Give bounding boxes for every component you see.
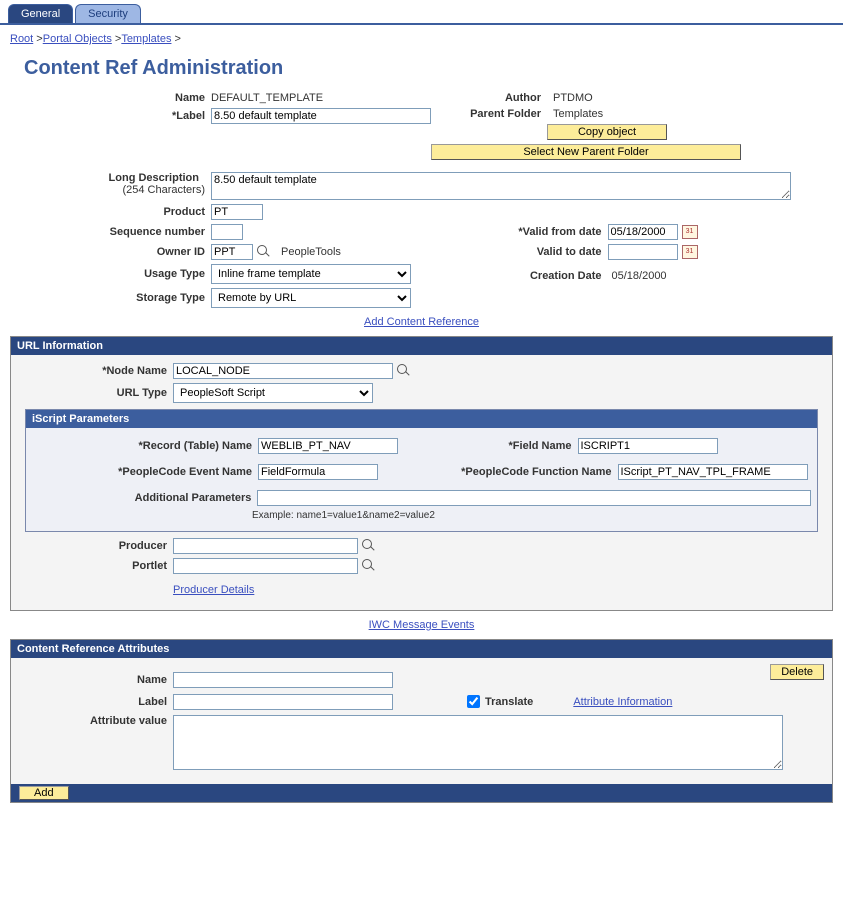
tab-general[interactable]: General xyxy=(8,4,73,23)
translate-checkbox[interactable] xyxy=(467,695,480,708)
add-content-reference-link[interactable]: Add Content Reference xyxy=(364,316,479,328)
name-label: Name xyxy=(10,92,211,104)
attr-name-input[interactable] xyxy=(173,672,393,688)
translate-label: Translate xyxy=(485,696,533,708)
usage-type-select[interactable]: Inline frame template xyxy=(211,264,411,284)
pc-event-input[interactable] xyxy=(258,464,378,480)
valid-to-calendar-icon[interactable]: 31 xyxy=(682,245,698,259)
creation-date-label: Creation Date xyxy=(422,270,608,282)
parent-folder-value: Templates xyxy=(547,108,603,120)
producer-label: Producer xyxy=(17,540,173,552)
pc-func-label: *PeopleCode Function Name xyxy=(422,466,618,478)
delete-button[interactable]: Delete xyxy=(770,664,824,680)
name-value: DEFAULT_TEMPLATE xyxy=(211,92,323,104)
long-desc-textarea[interactable]: 8.50 default template xyxy=(211,172,791,200)
field-name-input[interactable] xyxy=(578,438,718,454)
producer-input[interactable] xyxy=(173,538,358,554)
tab-security[interactable]: Security xyxy=(75,4,141,23)
url-type-label: URL Type xyxy=(17,387,173,399)
usage-type-label: Usage Type xyxy=(10,268,211,280)
node-name-label: *Node Name xyxy=(17,365,173,377)
iwc-message-events-link[interactable]: IWC Message Events xyxy=(369,619,475,631)
addl-params-input[interactable] xyxy=(257,490,811,506)
owner-input[interactable] xyxy=(211,244,253,260)
attr-label-input[interactable] xyxy=(173,694,393,710)
record-name-input[interactable] xyxy=(258,438,398,454)
product-input[interactable] xyxy=(211,204,263,220)
attribute-information-link[interactable]: Attribute Information xyxy=(573,696,672,708)
copy-object-button[interactable]: Copy object xyxy=(547,124,667,140)
author-label: Author xyxy=(431,92,547,104)
valid-from-label: *Valid from date xyxy=(422,226,608,238)
url-type-select[interactable]: PeopleSoft Script xyxy=(173,383,373,403)
tab-strip: General Security xyxy=(0,0,843,25)
node-name-input[interactable] xyxy=(173,363,393,379)
author-value: PTDMO xyxy=(547,92,593,104)
label-label: *Label xyxy=(10,110,211,122)
add-button[interactable]: Add xyxy=(19,786,69,800)
breadcrumb-portal-objects[interactable]: Portal Objects xyxy=(43,33,112,45)
record-name-label: *Record (Table) Name xyxy=(32,440,258,452)
breadcrumb: Root >Portal Objects >Templates > xyxy=(0,25,843,53)
pc-event-label: *PeopleCode Event Name xyxy=(32,466,258,478)
label-input[interactable] xyxy=(211,108,431,124)
breadcrumb-templates[interactable]: Templates xyxy=(121,33,171,45)
owner-label: Owner ID xyxy=(10,246,211,258)
addl-params-label: Additional Parameters xyxy=(32,492,257,504)
long-desc-hint: (254 Characters) xyxy=(122,184,205,196)
producer-lookup-icon[interactable] xyxy=(362,539,376,553)
sequence-input[interactable] xyxy=(211,224,243,240)
cref-attributes-panel: Content Reference Attributes Delete Name… xyxy=(10,639,833,803)
url-information-panel: URL Information *Node Name URL Type Peop… xyxy=(10,336,833,611)
valid-to-label: Valid to date xyxy=(422,246,608,258)
attr-value-label: Attribute value xyxy=(17,715,173,727)
portlet-label: Portlet xyxy=(17,560,173,572)
attr-label-label: Label xyxy=(17,696,173,708)
owner-lookup-icon[interactable] xyxy=(257,245,271,259)
valid-from-calendar-icon[interactable]: 31 xyxy=(682,225,698,239)
valid-from-input[interactable] xyxy=(608,224,678,240)
iscript-parameters-header: iScript Parameters xyxy=(26,410,817,428)
select-parent-folder-button[interactable]: Select New Parent Folder xyxy=(431,144,741,160)
url-information-header: URL Information xyxy=(11,337,832,355)
field-name-label: *Field Name xyxy=(422,440,578,452)
iscript-parameters-panel: iScript Parameters *Record (Table) Name … xyxy=(25,409,818,532)
parent-folder-label: Parent Folder xyxy=(431,108,547,120)
page-title: Content Ref Administration xyxy=(24,57,833,80)
portlet-lookup-icon[interactable] xyxy=(362,559,376,573)
long-desc-label: Long Description xyxy=(109,172,205,184)
owner-desc: PeopleTools xyxy=(281,246,341,258)
addl-params-example: Example: name1=value1&name2=value2 xyxy=(252,510,435,521)
valid-to-input[interactable] xyxy=(608,244,678,260)
sequence-label: Sequence number xyxy=(10,226,211,238)
creation-date-value: 05/18/2000 xyxy=(608,270,667,282)
storage-type-label: Storage Type xyxy=(10,292,211,304)
attr-value-textarea[interactable] xyxy=(173,715,783,770)
product-label: Product xyxy=(10,206,211,218)
attr-name-label: Name xyxy=(17,674,173,686)
storage-type-select[interactable]: Remote by URL xyxy=(211,288,411,308)
breadcrumb-root[interactable]: Root xyxy=(10,33,33,45)
producer-details-link[interactable]: Producer Details xyxy=(173,584,254,596)
portlet-input[interactable] xyxy=(173,558,358,574)
pc-func-input[interactable] xyxy=(618,464,808,480)
cref-attributes-header: Content Reference Attributes xyxy=(11,640,832,658)
node-name-lookup-icon[interactable] xyxy=(397,364,411,378)
